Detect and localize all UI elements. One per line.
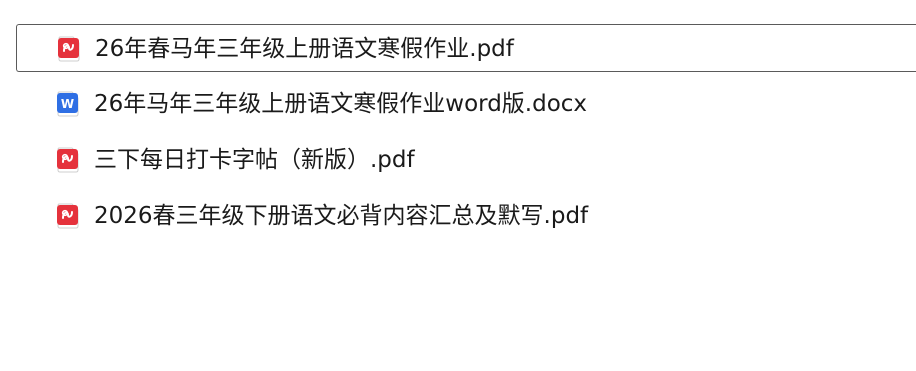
file-row[interactable]: 2026春三年级下册语文必背内容汇总及默写.pdf xyxy=(16,192,916,240)
pdf-icon xyxy=(57,147,79,173)
file-row[interactable]: 三下每日打卡字帖（新版）.pdf xyxy=(16,136,916,184)
word-icon-letter: W xyxy=(61,97,74,111)
word-icon: W xyxy=(57,91,79,117)
file-name: 26年马年三年级上册语文寒假作业word版.docx xyxy=(94,91,588,117)
file-row[interactable]: W 26年马年三年级上册语文寒假作业word版.docx xyxy=(16,80,916,128)
file-row[interactable]: 26年春马年三年级上册语文寒假作业.pdf xyxy=(16,24,916,72)
file-name: 26年春马年三年级上册语文寒假作业.pdf xyxy=(95,36,514,62)
file-list: 26年春马年三年级上册语文寒假作业.pdf W 26年马年三年级上册语文寒假作业… xyxy=(16,24,916,248)
file-name: 三下每日打卡字帖（新版）.pdf xyxy=(94,147,415,173)
file-name: 2026春三年级下册语文必背内容汇总及默写.pdf xyxy=(94,203,589,229)
pdf-icon xyxy=(58,36,80,62)
pdf-icon xyxy=(57,203,79,229)
